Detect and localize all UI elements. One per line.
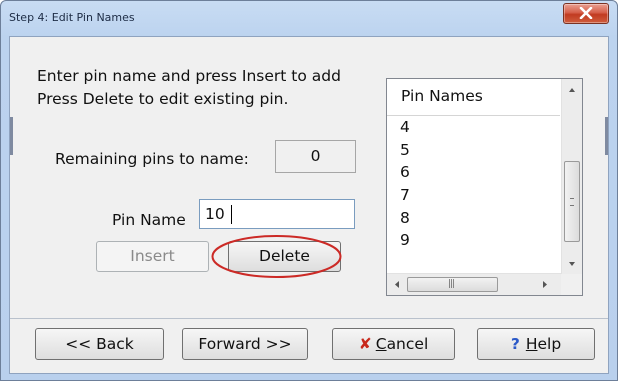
x-icon: ✘ <box>358 335 372 353</box>
remaining-pins-label: Remaining pins to name: <box>55 150 249 168</box>
forward-button[interactable]: Forward >> <box>182 328 308 360</box>
window-title: Step 4: Edit Pin Names <box>9 11 135 24</box>
insert-button[interactable]: Insert <box>96 241 209 272</box>
chevron-right-icon[interactable] <box>537 276 553 293</box>
question-icon: ? <box>510 335 520 353</box>
header-divider <box>387 115 560 116</box>
back-button[interactable]: << Back <box>35 328 164 360</box>
list-item[interactable]: 8 <box>400 207 410 230</box>
help-label: elp <box>537 335 562 353</box>
scroll-up-arrow[interactable] <box>562 81 582 99</box>
dialog-window: Step 4: Edit Pin Names Enter pin name an… <box>0 0 618 381</box>
scroll-down-arrow[interactable] <box>562 255 582 273</box>
right-edge-marker <box>605 117 608 155</box>
horizontal-scrollbar[interactable]: ||| <box>387 273 562 295</box>
scrollbar-corner <box>561 274 582 295</box>
vertical-scrollbar[interactable] <box>561 79 582 274</box>
cancel-mnemonic: C <box>375 335 387 353</box>
pin-name-label: Pin Name <box>112 211 186 229</box>
horizontal-scroll-thumb[interactable]: ||| <box>407 277 498 292</box>
close-button[interactable] <box>563 3 609 24</box>
cancel-button[interactable]: ✘ Cancel <box>332 328 455 360</box>
instruction-line-2: Press Delete to edit existing pin. <box>37 90 289 108</box>
close-icon <box>579 7 593 19</box>
chevron-left-icon[interactable] <box>389 276 405 293</box>
title-bar[interactable]: Step 4: Edit Pin Names <box>1 1 617 35</box>
help-button[interactable]: ? Help <box>477 328 595 360</box>
dialog-body: Enter pin name and press Insert to add P… <box>9 36 609 374</box>
delete-button[interactable]: Delete <box>228 241 341 272</box>
list-item[interactable]: 7 <box>400 184 410 207</box>
remaining-pins-value: 0 <box>275 140 356 173</box>
list-item[interactable]: 9 <box>400 229 410 252</box>
chevron-up-icon <box>569 88 575 92</box>
list-items: 4 5 6 7 8 9 <box>400 116 410 252</box>
pin-name-input[interactable] <box>199 199 355 229</box>
text-caret <box>231 205 232 224</box>
list-item[interactable]: 6 <box>400 161 410 184</box>
instruction-line-1: Enter pin name and press Insert to add <box>37 67 341 85</box>
chevron-down-icon <box>569 262 575 266</box>
pin-names-list[interactable]: Pin Names 4 5 6 7 8 9 ||| <box>386 78 583 296</box>
list-item[interactable]: 5 <box>400 139 410 162</box>
list-item[interactable]: 4 <box>400 116 410 139</box>
instructions: Enter pin name and press Insert to add P… <box>37 65 341 111</box>
cancel-label: ancel <box>386 335 429 353</box>
list-header: Pin Names <box>401 87 483 105</box>
left-edge-marker <box>10 117 13 155</box>
help-mnemonic: H <box>525 335 538 353</box>
vertical-scroll-thumb[interactable] <box>564 161 580 242</box>
